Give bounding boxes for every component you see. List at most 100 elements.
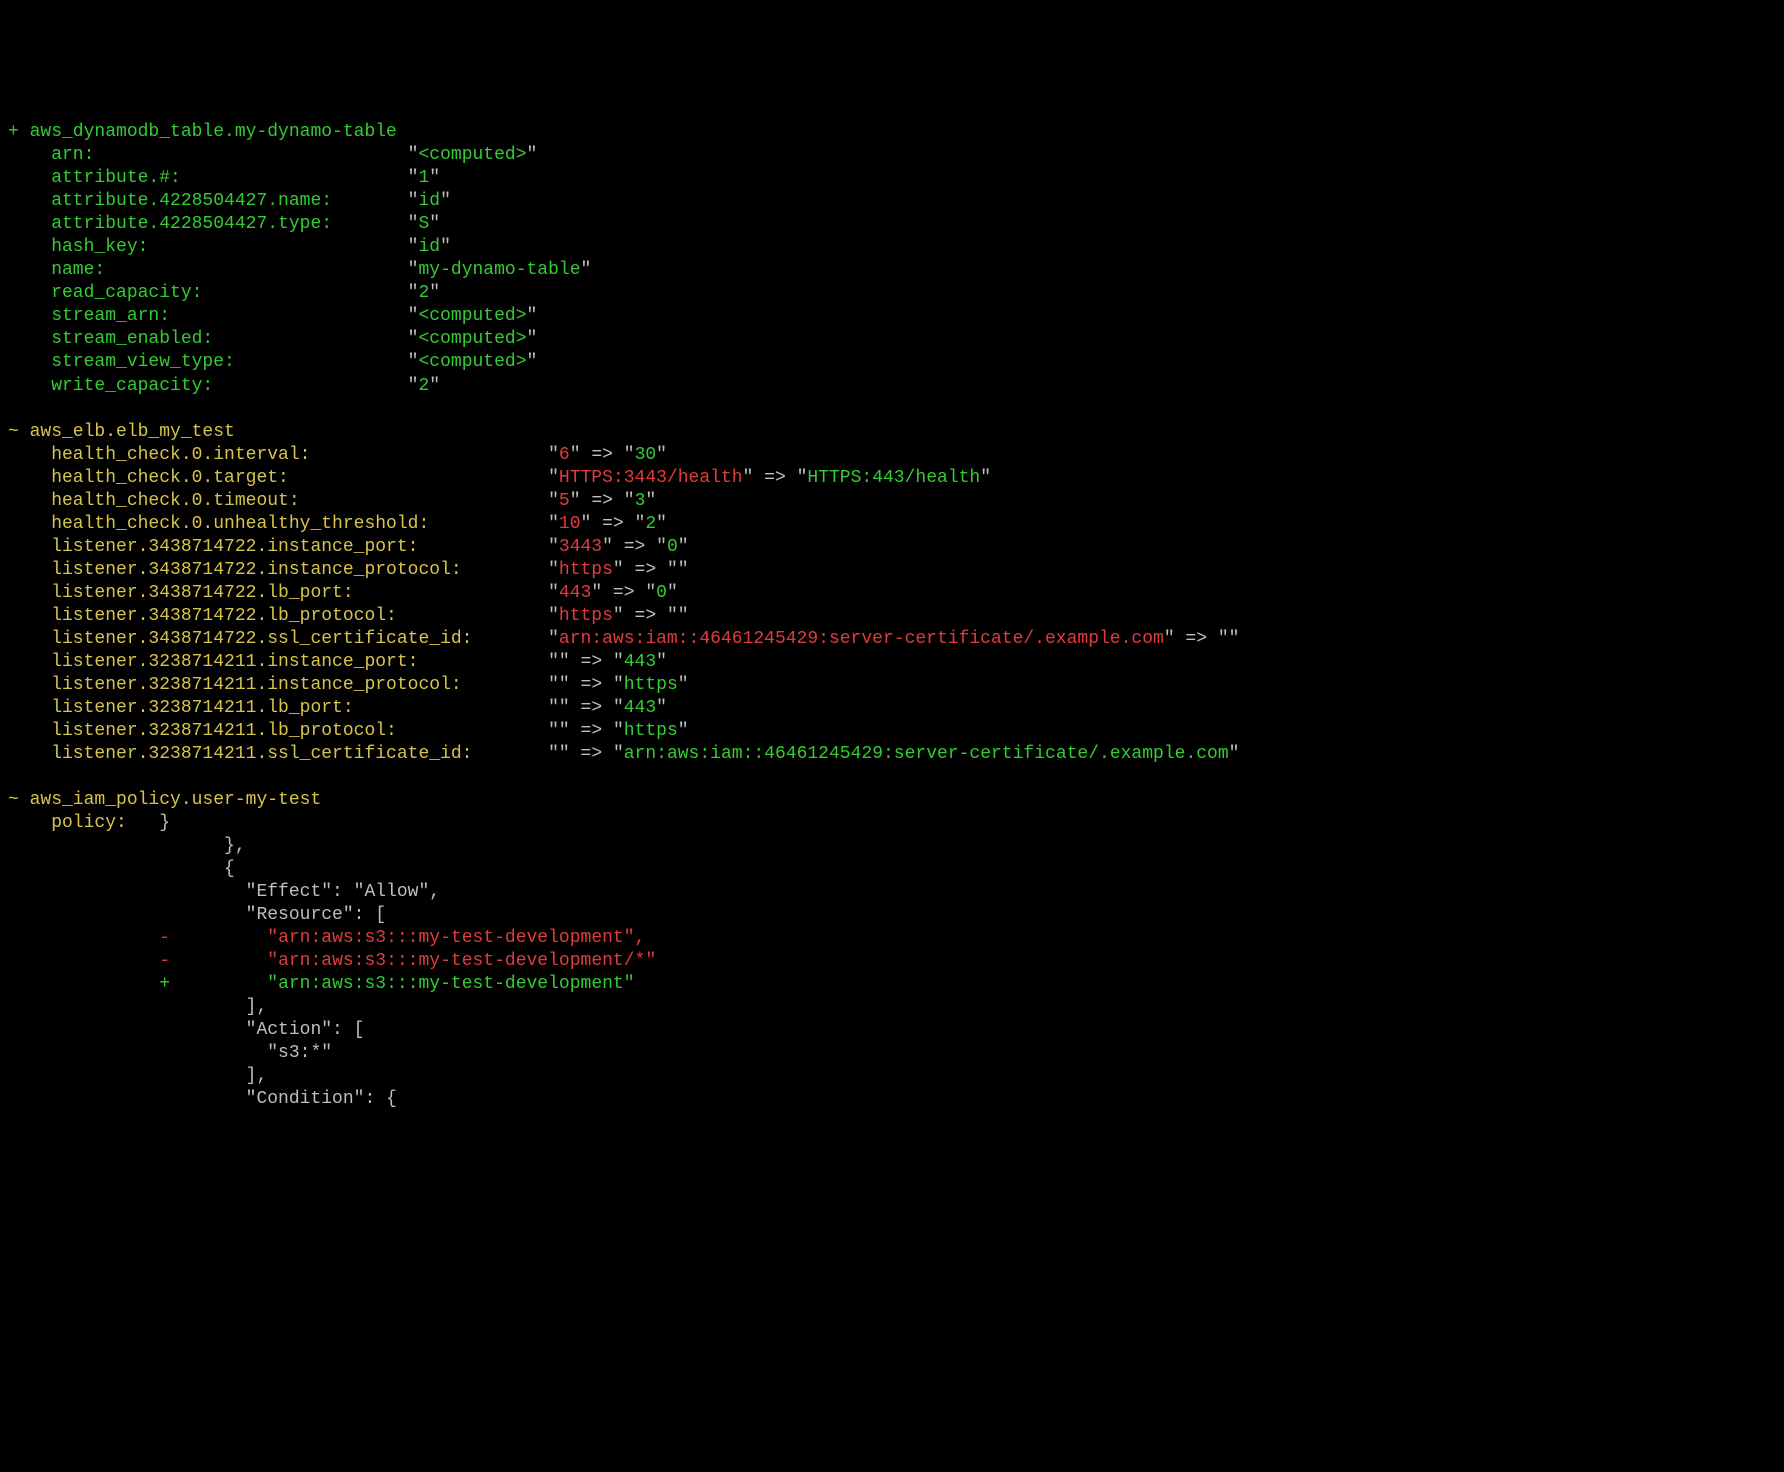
attribute-new-value: 443 [624,698,656,718]
diff-arrow: => [570,744,613,764]
resource-header-update: ~ aws_elb.elb_my_test [8,422,235,442]
diff-minus-marker: - [159,928,170,948]
attribute-new-value: 0 [656,583,667,603]
attribute-key: attribute.4228504427.name: [8,191,408,211]
diff-added-line: + "arn:aws:s3:::my-test-development" [8,973,1776,996]
attribute-value: id [418,237,440,257]
attribute-new-value: 443 [624,652,656,672]
create-attribute-line: attribute.#: "1" [8,167,1776,190]
create-attribute-line: stream_enabled: "<computed>" [8,328,1776,351]
diff-context: "Resource": [ [246,905,386,925]
diff-context-line: ], [8,996,1776,1019]
attribute-key: listener.3438714722.instance_port: [8,537,548,557]
attribute-new-value: HTTPS:443/health [807,468,980,488]
attribute-value: <computed> [418,329,526,349]
attribute-new-value: 2 [645,514,656,534]
diff-arrow: => [581,445,624,465]
attribute-key: health_check.0.target: [8,468,548,488]
resource-header: ~ aws_iam_policy.user-my-test [8,789,1776,812]
diff-arrow: => [570,675,613,695]
create-attribute-line: arn: "<computed>" [8,144,1776,167]
create-attribute-line: name: "my-dynamo-table" [8,259,1776,282]
attribute-value: my-dynamo-table [418,260,580,280]
diff-removed: "arn:aws:s3:::my-test-development", [267,928,645,948]
update-attribute-line: listener.3438714722.instance_port: "3443… [8,536,1776,559]
attribute-key: stream_view_type: [8,352,408,372]
attribute-key: listener.3238714211.ssl_certificate_id: [8,744,548,764]
attribute-old-value: 5 [559,491,570,511]
diff-context: ], [246,997,268,1017]
diff-context: } [159,813,170,833]
diff-arrow: => [613,537,656,557]
diff-plus-marker: + [159,974,170,994]
attribute-key: write_capacity: [8,376,408,396]
attribute-key: stream_arn: [8,306,408,326]
attribute-old-value: 3443 [559,537,602,557]
attribute-value: <computed> [418,352,526,372]
update-attribute-line: listener.3438714722.instance_protocol: "… [8,559,1776,582]
attribute-key: health_check.0.unhealthy_threshold: [8,514,548,534]
diff-context: "Effect": "Allow", [246,882,440,902]
resource-header: + aws_dynamodb_table.my-dynamo-table [8,121,1776,144]
diff-arrow: => [570,698,613,718]
attribute-key: attribute.#: [8,168,408,188]
create-attribute-line: attribute.4228504427.name: "id" [8,190,1776,213]
diff-context-line: "s3:*" [8,1042,1776,1065]
attribute-key: policy: [8,813,127,833]
update-attribute-line: listener.3238714211.ssl_certificate_id: … [8,743,1776,766]
update-attribute-line: listener.3238714211.instance_protocol: "… [8,674,1776,697]
diff-arrow: => [570,721,613,741]
diff-arrow: => [570,652,613,672]
create-attribute-line: stream_arn: "<computed>" [8,305,1776,328]
terraform-plan-output: + aws_dynamodb_table.my-dynamo-table arn… [0,115,1784,1117]
attribute-key: listener.3238714211.lb_protocol: [8,721,548,741]
update-attribute-line: listener.3238714211.lb_protocol: "" => "… [8,720,1776,743]
update-attribute-line: listener.3438714722.ssl_certificate_id: … [8,628,1776,651]
create-attribute-line: stream_view_type: "<computed>" [8,351,1776,374]
create-attribute-line: hash_key: "id" [8,236,1776,259]
attribute-old-value: https [559,606,613,626]
attribute-key: listener.3438714722.lb_port: [8,583,548,603]
create-attribute-line: read_capacity: "2" [8,282,1776,305]
diff-context: "s3:*" [267,1043,332,1063]
update-attribute-line: listener.3438714722.lb_protocol: "https"… [8,605,1776,628]
attribute-key: attribute.4228504427.type: [8,214,408,234]
attribute-new-value: 3 [635,491,646,511]
update-attribute-line: listener.3438714722.lb_port: "443" => "0… [8,582,1776,605]
update-attribute-line: health_check.0.target: "HTTPS:3443/healt… [8,467,1776,490]
attribute-value: 1 [418,168,429,188]
diff-arrow: => [1175,629,1218,649]
attribute-key: health_check.0.timeout: [8,491,548,511]
attribute-old-value: HTTPS:3443/health [559,468,743,488]
update-attribute-line: health_check.0.interval: "6" => "30" [8,444,1776,467]
attribute-key: listener.3438714722.lb_protocol: [8,606,548,626]
diff-removed: "arn:aws:s3:::my-test-development/*" [267,951,656,971]
attribute-value: <computed> [418,145,526,165]
update-attribute-line: listener.3238714211.lb_port: "" => "443" [8,697,1776,720]
attribute-key: hash_key: [8,237,408,257]
diff-context-line: "Action": [ [8,1019,1776,1042]
diff-arrow: => [624,606,667,626]
attribute-new-value: 30 [635,445,657,465]
resource-header-create: + aws_dynamodb_table.my-dynamo-table [8,122,397,142]
diff-context-line: ], [8,1065,1776,1088]
diff-context-line: "Effect": "Allow", [8,881,1776,904]
diff-context-line: }, [8,835,1776,858]
attribute-value: id [418,191,440,211]
attribute-old-value: arn:aws:iam::46461245429:server-certific… [559,629,1164,649]
diff-removed-line: - "arn:aws:s3:::my-test-development", [8,927,1776,950]
policy-diff-first-line: policy: } [8,812,1776,835]
create-attribute-line: write_capacity: "2" [8,375,1776,398]
resource-header: ~ aws_elb.elb_my_test [8,421,1776,444]
attribute-old-value: https [559,560,613,580]
diff-arrow: => [581,491,624,511]
attribute-value: 2 [418,376,429,396]
diff-context: }, [224,836,246,856]
attribute-key: read_capacity: [8,283,408,303]
attribute-new-value: https [624,675,678,695]
attribute-old-value: 443 [559,583,591,603]
diff-arrow: => [591,514,634,534]
attribute-new-value: 0 [667,537,678,557]
diff-added: "arn:aws:s3:::my-test-development" [267,974,634,994]
diff-arrow: => [624,560,667,580]
